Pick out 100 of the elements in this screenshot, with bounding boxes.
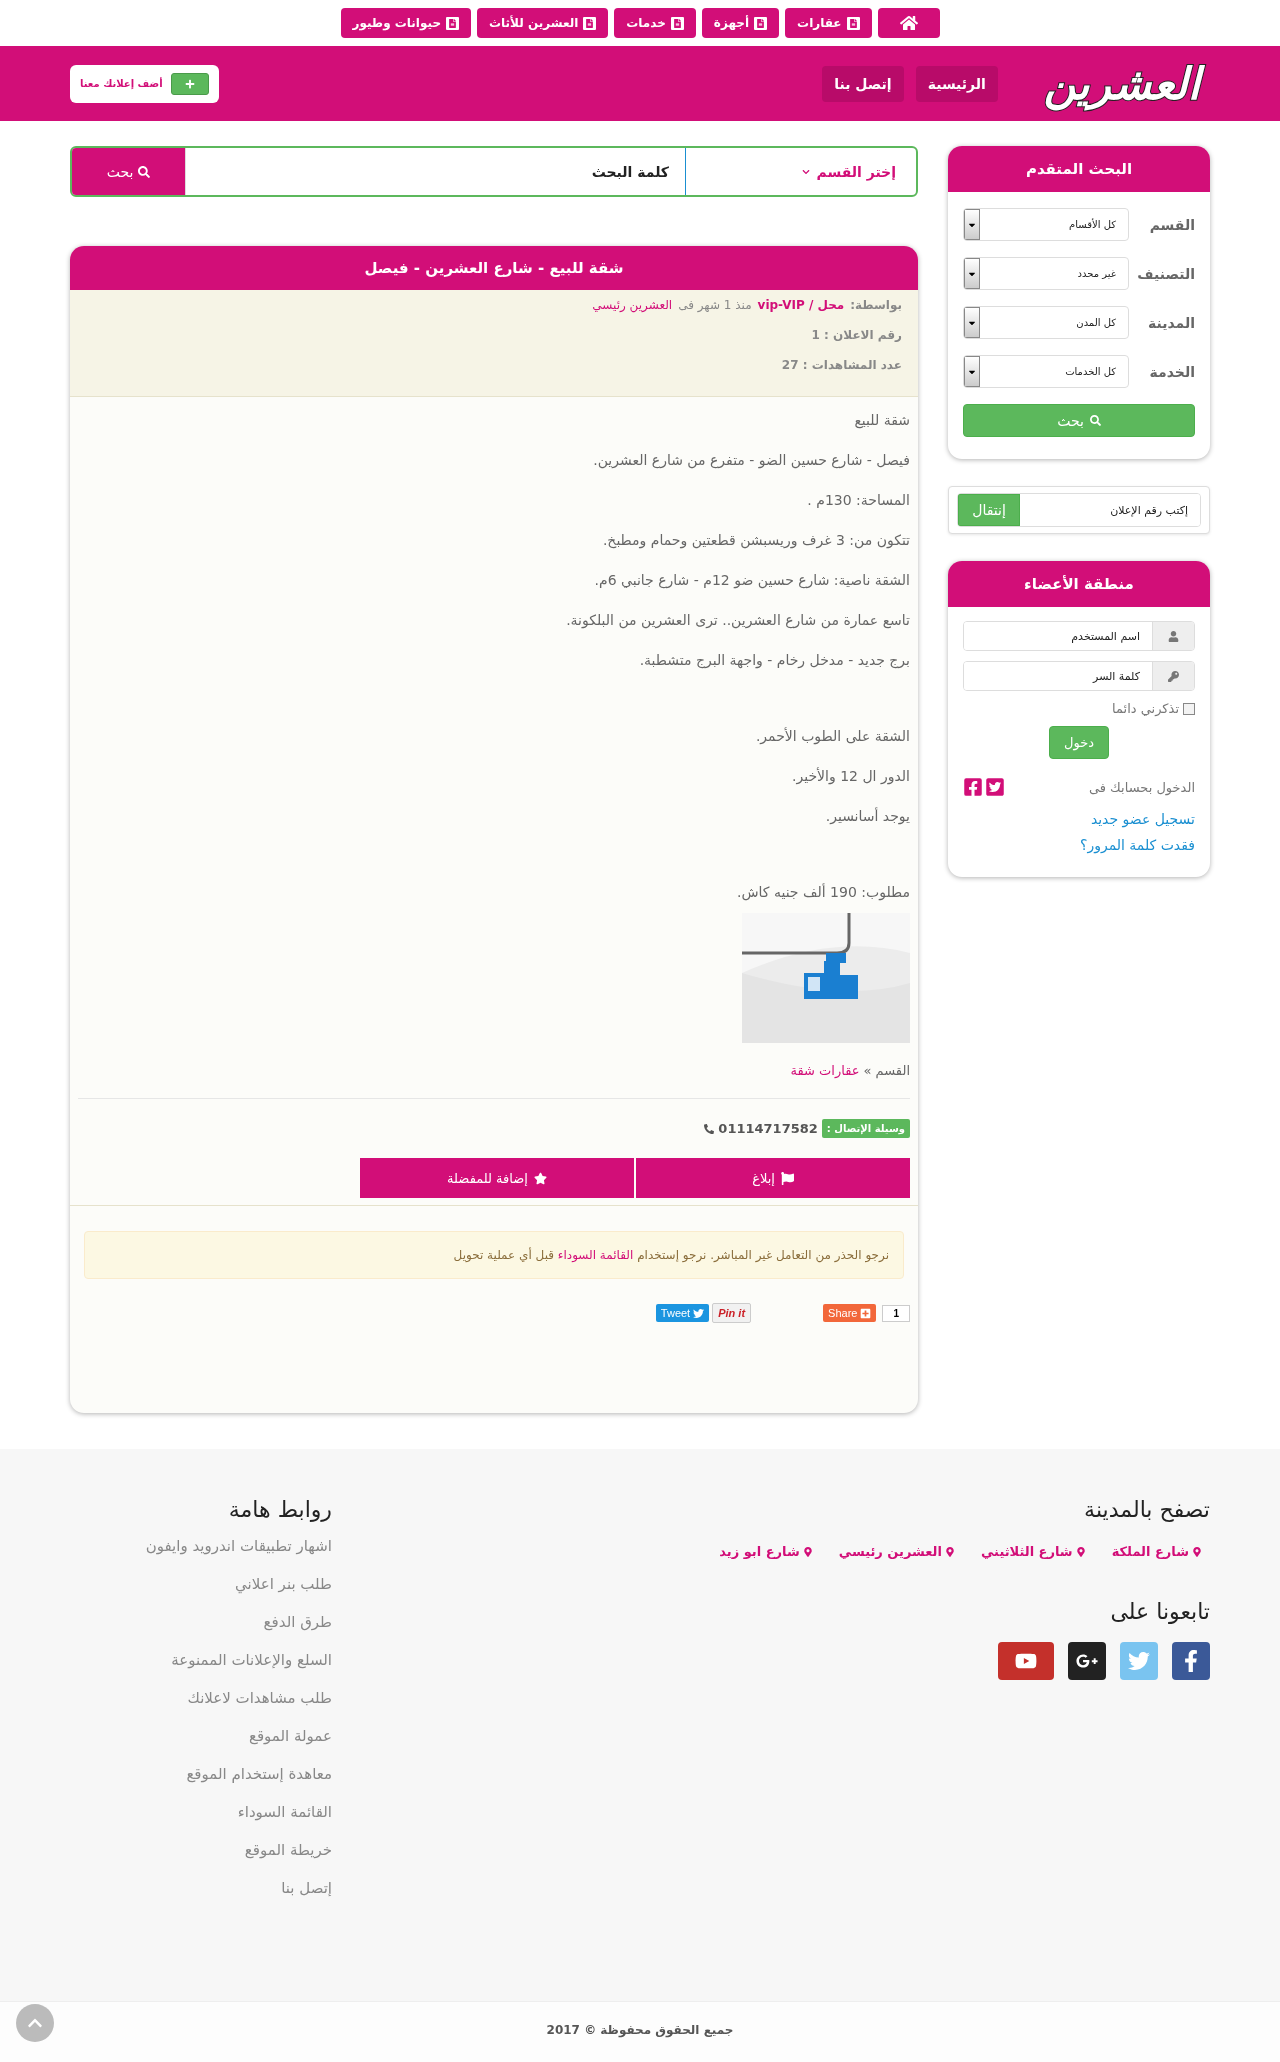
site-logo[interactable]: العشرين: [1029, 51, 1210, 116]
description-text: شقة للبيع: [853, 411, 910, 429]
select-field[interactable]: كل الخدمات: [963, 355, 1129, 388]
key-icon: [1152, 662, 1194, 690]
youtube-icon[interactable]: [998, 1642, 1054, 1680]
footer-link[interactable]: عمولة الموقع: [70, 1727, 332, 1745]
map-pin-icon: [1075, 1546, 1086, 1557]
city-link[interactable]: شارع ابو زيد: [719, 1544, 813, 1559]
footer-link[interactable]: طلب بنر اعلاني: [70, 1575, 332, 1593]
share-button[interactable]: Share: [823, 1304, 877, 1322]
description-text: تاسع عمارة من شارع العشرين.. ترى العشرين من البلكونة.: [565, 611, 910, 629]
login-button[interactable]: دخول: [1049, 726, 1109, 759]
posted-time: منذ 1 شهر فى: [678, 298, 752, 312]
view-count: عدد المشاهدات : 27: [780, 358, 902, 372]
search-icon: [138, 165, 151, 178]
field-label: التصنيف: [1139, 265, 1195, 282]
document-icon: [446, 16, 460, 30]
blacklist-link[interactable]: القائمة السوداء: [557, 1248, 634, 1262]
panel-title: منطقة الأعضاء: [948, 561, 1210, 607]
warning-message: نرجو الحذر من التعامل غير المباشر. نرجو إستخدام القائمة السوداء قبل أي عملية تحويل: [84, 1231, 904, 1279]
section-heading: روابط هامة: [227, 1497, 332, 1522]
plus-icon: [860, 1307, 872, 1319]
document-icon: [583, 16, 597, 30]
home-icon: [899, 14, 918, 32]
footer-link[interactable]: اشهار تطبيقات اندرويد وايفون: [70, 1537, 332, 1555]
search-bar[interactable]: إختر القسم كلمة البحث بحث: [70, 146, 918, 197]
category-link[interactable]: عقارات شقة: [790, 1063, 860, 1078]
bird-icon: [693, 1307, 705, 1319]
select-field[interactable]: كل المدن: [963, 306, 1129, 339]
facebook-icon[interactable]: [963, 777, 983, 797]
remember-checkbox[interactable]: تذكرني دائما: [963, 701, 1195, 716]
category-tab[interactable]: أجهزة: [701, 8, 780, 38]
phone-icon: [704, 1123, 715, 1134]
description-text: برج جديد - مدخل رخام - واجهة البرج متشطبة.: [638, 651, 910, 669]
description-text: المساحة: 130م .: [806, 491, 910, 509]
select-field[interactable]: غير محدد: [963, 257, 1129, 290]
username-field[interactable]: اسم المستخدم: [963, 621, 1195, 651]
facebook-icon[interactable]: [1172, 1642, 1210, 1680]
by-label: بواسطة:: [850, 298, 902, 312]
panel-title: البحث المتقدم: [948, 146, 1210, 192]
ad-number-field[interactable]: إكتب رقم الإعلان إنتقال: [957, 493, 1201, 527]
pin-button[interactable]: Pin it: [712, 1303, 752, 1323]
category-tab[interactable]: العشرين للأثاث: [477, 8, 609, 38]
footer-link[interactable]: إتصل بنا: [70, 1879, 332, 1897]
description-text: تتكون من: 3 غرف وريسبشن قطعتين وحمام ومطبخ.: [601, 531, 910, 549]
search-button[interactable]: بحث: [72, 148, 185, 195]
field-label: القسم: [1148, 216, 1195, 233]
category-label: القسم »: [863, 1063, 910, 1078]
city-link[interactable]: شارع الملكة: [1111, 1544, 1202, 1559]
footer-link[interactable]: القائمة السوداء: [70, 1803, 332, 1821]
section-link[interactable]: العشرين رئيسي: [592, 298, 673, 312]
description-text: يوجد أسانسير.: [824, 807, 910, 825]
register-link[interactable]: تسجيل عضو جديد: [963, 811, 1195, 827]
copyright: جميع الحقوق محفوظة © 2017: [546, 2023, 734, 2037]
description-text: فيصل - شارع حسين الضو - متفرع من شارع العشرين.: [592, 451, 910, 469]
category-tab[interactable]: عقارات: [785, 8, 872, 38]
author-link[interactable]: محل / vip-VIP: [757, 298, 845, 312]
footer-link[interactable]: خريطة الموقع: [70, 1841, 332, 1859]
document-icon: [670, 16, 684, 30]
description-text: مطلوب: 190 ألف جنيه كاش.: [736, 883, 910, 901]
city-link[interactable]: شارع الثلاثيني: [980, 1544, 1086, 1559]
favorite-button[interactable]: إضافة للمفضلة: [360, 1158, 634, 1198]
select-field[interactable]: كل الأقسام: [963, 208, 1129, 241]
add-ad-button[interactable]: أضف إعلانك معنا: [70, 64, 219, 103]
nav-link[interactable]: إتصل بنا: [822, 65, 904, 102]
flag-icon: [780, 1171, 794, 1185]
section-heading: تصفح بالمدينة: [1083, 1497, 1210, 1522]
google-plus-icon[interactable]: [1068, 1642, 1106, 1680]
city-link[interactable]: العشرين رئيسي: [838, 1544, 955, 1559]
twitter-icon[interactable]: [985, 777, 1005, 797]
map-pin-icon: [1192, 1546, 1202, 1557]
social-login-label: الدخول بحسابك فى: [1088, 779, 1195, 795]
category-dropdown[interactable]: إختر القسم: [686, 148, 916, 195]
document-icon: [754, 16, 768, 30]
phone-number: 01114717582: [704, 1121, 818, 1136]
tweet-button[interactable]: Tweet: [655, 1304, 710, 1322]
footer-link[interactable]: السلع والإعلانات الممنوعة: [70, 1651, 332, 1669]
map-pin-icon: [944, 1546, 955, 1557]
chevron-down-icon: [802, 167, 811, 176]
password-field[interactable]: كلمة السر: [963, 661, 1195, 691]
report-button[interactable]: إبلاغ: [636, 1158, 910, 1198]
home-button[interactable]: [877, 8, 940, 38]
share-count: 1: [882, 1304, 910, 1322]
search-button[interactable]: بحث: [963, 404, 1195, 437]
contact-label: وسيلة الإتصال :: [821, 1119, 910, 1138]
forgot-password-link[interactable]: فقدت كلمة المرور؟: [963, 837, 1195, 853]
field-label: المدينة: [1147, 314, 1195, 331]
nav-link[interactable]: الرئيسية: [915, 65, 998, 102]
field-label: الخدمة: [1148, 363, 1195, 380]
category-tab[interactable]: خدمات: [614, 8, 696, 38]
go-button[interactable]: إنتقال: [958, 494, 1020, 526]
plus-icon: [170, 72, 209, 95]
ad-number: رقم الاعلان : 1: [810, 328, 902, 342]
footer-link[interactable]: طرق الدفع: [70, 1613, 332, 1631]
section-heading: تابعونا على: [1109, 1599, 1210, 1624]
description-text: الدور ال 12 والأخير.: [791, 767, 910, 785]
footer-link[interactable]: طلب مشاهدات لاعلانك: [70, 1689, 332, 1707]
footer-link[interactable]: معاهدة إستخدام الموقع: [70, 1765, 332, 1783]
category-tab[interactable]: حيوانات وطيور: [340, 8, 472, 38]
search-icon: [1089, 415, 1101, 426]
